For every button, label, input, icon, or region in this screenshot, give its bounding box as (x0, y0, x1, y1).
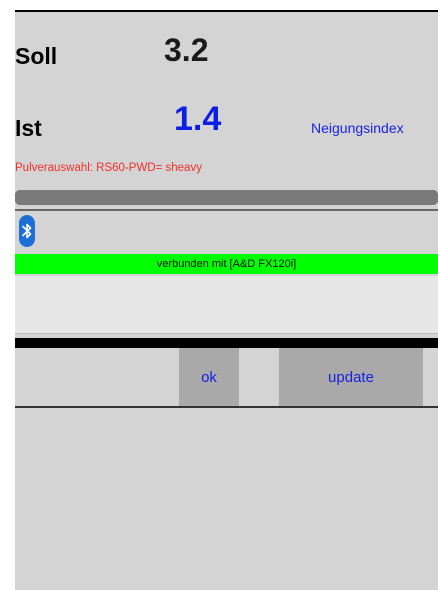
log-text-area[interactable] (15, 276, 438, 334)
black-divider (15, 338, 438, 348)
update-button[interactable]: update (279, 348, 423, 406)
soll-value: 3.2 (164, 32, 209, 68)
neigungsindex-link[interactable]: Neigungsindex (311, 120, 404, 136)
connection-status-bar: verbunden mit [A&D FX120i] (15, 254, 438, 274)
ok-button[interactable]: ok (179, 348, 239, 406)
top-divider (15, 10, 438, 12)
progress-bar (15, 190, 438, 205)
app-screen: Soll 3.2 Ist 1.4 Neigungsindex Pulveraus… (15, 10, 438, 590)
progress-fill (15, 190, 438, 205)
section-divider (15, 209, 438, 211)
ist-value: 1.4 (174, 100, 222, 138)
ist-label: Ist (15, 115, 42, 141)
bluetooth-icon[interactable] (19, 215, 35, 247)
connection-status-text: verbunden mit [A&D FX120i] (156, 258, 297, 270)
bottom-divider (15, 406, 438, 408)
soll-label: Soll (15, 43, 58, 69)
powder-selection-text: Pulverauswahl: RS60-PWD= sheavy (15, 162, 202, 174)
